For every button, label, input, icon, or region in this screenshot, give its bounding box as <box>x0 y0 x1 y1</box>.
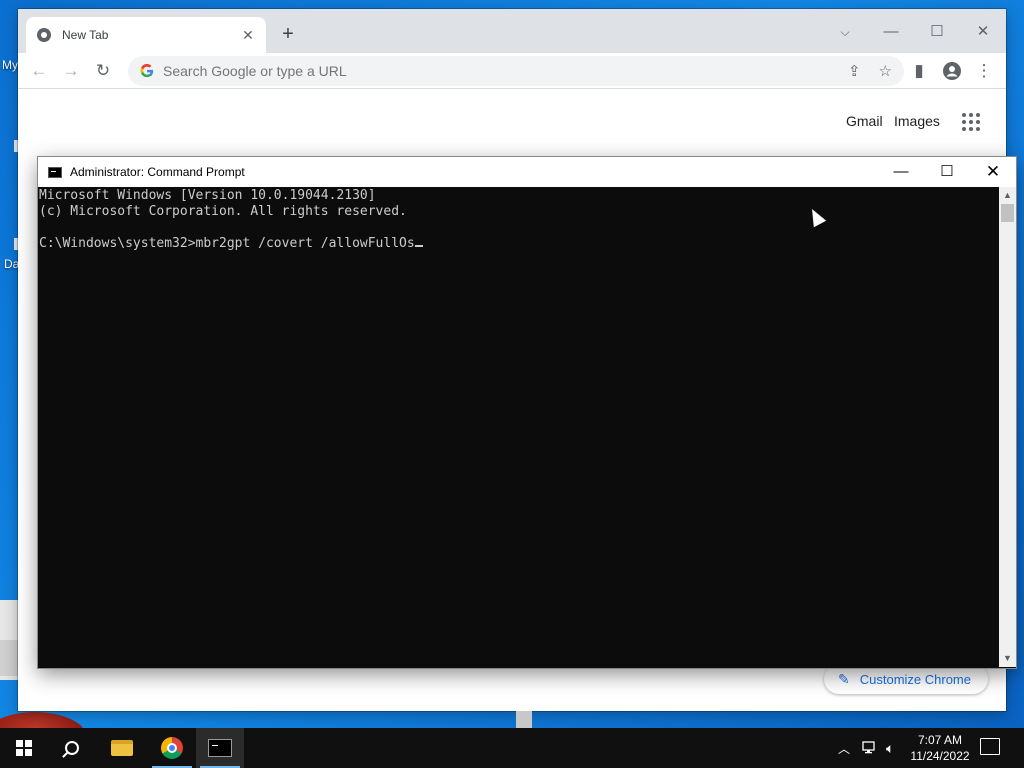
console-prompt-line[interactable]: C:\Windows\system32>mbr2gpt /covert /all… <box>39 236 998 252</box>
customize-chrome-label: Customize Chrome <box>859 671 971 687</box>
chevron-down-icon[interactable]: ⌵ <box>822 17 868 47</box>
minimize-icon[interactable]: — <box>878 157 924 187</box>
console-command: C:\Windows\system32>mbr2gpt /covert /all… <box>39 236 415 251</box>
file-explorer-icon <box>111 740 133 756</box>
cmd-title-bar[interactable]: Administrator: Command Prompt <box>38 157 1016 187</box>
taskbar-chrome[interactable] <box>148 728 196 768</box>
tab-title: New Tab <box>62 28 109 42</box>
apps-icon[interactable] <box>962 113 980 131</box>
notification-icon[interactable] <box>980 738 1000 755</box>
system-clock[interactable]: 7:07 AM 11/24/2022 <box>902 732 978 764</box>
console-line: (c) Microsoft Corporation. All rights re… <box>39 204 407 219</box>
more-icon[interactable]: ⋮ <box>971 58 997 84</box>
google-g-icon <box>140 64 154 78</box>
chrome-icon <box>161 737 183 759</box>
plus-icon[interactable]: + <box>276 23 300 47</box>
minimize-icon[interactable]: — <box>868 17 914 47</box>
start-button[interactable] <box>0 728 48 768</box>
search-button[interactable] <box>48 728 96 768</box>
side-panel-icon[interactable]: ▮ <box>906 58 932 84</box>
gmail-link[interactable]: Gmail <box>846 113 883 129</box>
pencil-icon: ✎ <box>838 670 850 687</box>
command-prompt-icon <box>48 166 62 178</box>
volume-icon[interactable]: 🔈︎ <box>886 728 894 768</box>
background-scrollbar <box>516 711 532 728</box>
chevron-up-icon[interactable]: ︿ <box>838 728 850 768</box>
text-cursor <box>414 245 423 247</box>
star-icon[interactable]: ☆ <box>879 62 892 80</box>
search-input[interactable] <box>163 63 830 79</box>
network-glyph <box>862 741 875 754</box>
console-output[interactable]: Microsoft Windows [Version 10.0.19044.21… <box>38 187 999 667</box>
scroll-up-icon[interactable]: ▲ <box>999 187 1016 204</box>
network-icon[interactable] <box>862 728 878 768</box>
maximize-icon[interactable]: ☐ <box>914 17 960 47</box>
avatar <box>943 62 961 80</box>
clock-date: 11/24/2022 <box>910 749 970 763</box>
command-prompt-icon <box>208 739 232 757</box>
close-icon[interactable]: ✕ <box>970 157 1016 187</box>
scroll-thumb[interactable] <box>1001 204 1014 222</box>
search-icon <box>65 741 79 755</box>
share-icon[interactable]: ⇪ <box>848 62 861 80</box>
profile-icon[interactable] <box>939 58 965 84</box>
taskbar: ︿ 🔈︎ 7:07 AM 11/24/2022 <box>0 728 1024 768</box>
clock-time: 7:07 AM <box>917 733 963 747</box>
taskbar-command-prompt[interactable] <box>196 728 244 768</box>
console-line: Microsoft Windows [Version 10.0.19044.21… <box>39 188 376 203</box>
back-icon[interactable]: ← <box>26 58 52 84</box>
taskbar-file-explorer[interactable] <box>98 728 146 768</box>
command-prompt-window: Administrator: Command Prompt — ☐ ✕ Micr… <box>38 157 1016 668</box>
background-window-edge <box>0 640 18 676</box>
windows-start-icon <box>16 740 32 756</box>
scroll-down-icon[interactable]: ▼ <box>999 650 1016 667</box>
tab-strip: New Tab ✕ + ⌵ — ☐ ✕ <box>18 9 1006 53</box>
reload-icon[interactable]: ↻ <box>90 58 116 84</box>
images-link[interactable]: Images <box>894 113 940 129</box>
tab-new-tab[interactable]: New Tab ✕ <box>26 17 266 53</box>
address-bar[interactable]: ⇪ ☆ <box>128 56 904 86</box>
maximize-icon[interactable]: ☐ <box>924 157 970 187</box>
cmd-title: Administrator: Command Prompt <box>70 165 245 179</box>
forward-icon[interactable]: → <box>58 58 84 84</box>
close-icon[interactable]: ✕ <box>240 27 256 44</box>
wallpaper-decoration <box>0 712 90 728</box>
cmd-scrollbar[interactable]: ▲ ▼ <box>999 187 1016 667</box>
chrome-favicon-icon <box>37 28 51 42</box>
browser-toolbar: ← → ↻ ⇪ ☆ ▮ ⋮ <box>18 53 1006 89</box>
close-icon[interactable]: ✕ <box>960 17 1006 47</box>
customize-chrome-button[interactable]: ✎ Customize Chrome <box>824 664 988 694</box>
desktop-icon-label[interactable]: My <box>2 58 18 72</box>
